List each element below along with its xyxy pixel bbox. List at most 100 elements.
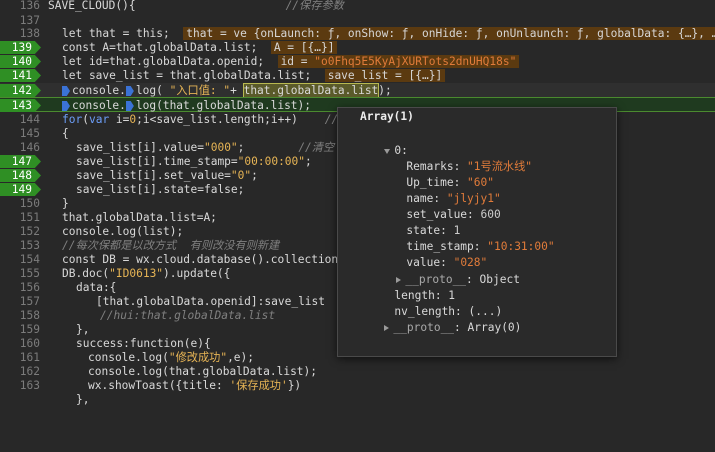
code-text: log(that.globalData.list); xyxy=(135,99,312,112)
breakpoint-marker[interactable]: 149 xyxy=(0,182,41,197)
inline-breakpoint-icon[interactable] xyxy=(125,86,134,96)
code-line: 162 console.log(that.globalData.list); xyxy=(0,364,715,379)
code-text: ; xyxy=(251,169,258,182)
code-text: ( xyxy=(82,113,89,126)
code-line: 163 wx.showToast({title: '保存成功'}) xyxy=(0,378,715,393)
code-string: "0" xyxy=(230,169,252,182)
expand-arrow-icon[interactable] xyxy=(384,325,390,331)
tree-node-index[interactable]: 0: xyxy=(344,127,408,157)
breakpoint-marker[interactable]: 142 xyxy=(0,83,41,98)
code-text: let that = this; xyxy=(62,27,170,40)
code-string: "00:00:00" xyxy=(237,155,306,168)
code-text: { xyxy=(62,127,69,140)
inline-breakpoint-icon[interactable] xyxy=(125,101,134,111)
code-string: "000" xyxy=(203,141,238,154)
code-text: SAVE_CLOUD(){ xyxy=(48,0,136,12)
line-number[interactable]: 145 xyxy=(0,126,40,141)
code-text: let id=that.globalData.openid; xyxy=(62,55,265,68)
line-number[interactable] xyxy=(0,392,40,407)
code-text: } xyxy=(62,197,69,210)
line-number[interactable]: 157 xyxy=(0,294,40,309)
property-row: time_stamp: "10:31:00" xyxy=(406,240,555,253)
code-text: const A=that.globalData.list; xyxy=(62,41,258,54)
code-line: 141 let save_list = that.globalData.list… xyxy=(0,68,715,83)
code-text: }, xyxy=(76,393,90,406)
code-string: '保存成功' xyxy=(229,379,288,392)
line-number[interactable]: 154 xyxy=(0,252,40,267)
property-row: value: "028" xyxy=(406,256,488,269)
code-text: ).update({ xyxy=(163,267,231,280)
line-number[interactable]: 161 xyxy=(0,350,40,365)
code-editor[interactable]: 136 SAVE_CLOUD(){//保存参数 137 138 let that… xyxy=(0,0,715,408)
code-text: ; xyxy=(237,141,245,154)
inline-value[interactable]: that = ve {onLaunch: ƒ, onShow: ƒ, onHid… xyxy=(183,27,715,40)
property-row: state: 1 xyxy=(406,224,461,237)
code-text: console. xyxy=(72,99,126,112)
line-number[interactable]: 144 xyxy=(0,112,40,127)
selected-expression[interactable]: that.globalData.list xyxy=(242,83,380,98)
code-string: "ID0613" xyxy=(109,267,164,280)
property-row: set_value: 600 xyxy=(406,208,501,221)
code-text: ,e); xyxy=(227,351,255,364)
code-line: 136 SAVE_CLOUD(){ //保存参数 xyxy=(0,0,715,13)
code-line: 140 let id=that.globalData.openid; id = … xyxy=(0,54,715,69)
code-text: save_list[i].state=false; xyxy=(76,183,245,196)
line-number[interactable]: 159 xyxy=(0,322,40,337)
code-text: DB.doc( xyxy=(62,267,110,280)
line-number[interactable]: 153 xyxy=(0,238,40,253)
code-text: }) xyxy=(287,379,302,392)
code-text: let save_list = that.globalData.list; xyxy=(62,69,312,82)
line-number[interactable]: 155 xyxy=(0,266,40,281)
code-text: ); xyxy=(378,84,392,97)
code-string: "入口值: " xyxy=(169,84,231,97)
inline-value[interactable]: id = "o0Fhq5E5KyAjXURTots2dnUHQ18s" xyxy=(277,55,520,68)
breakpoint-marker[interactable]: 148 xyxy=(0,168,41,183)
line-number[interactable]: 156 xyxy=(0,280,40,295)
line-number[interactable]: 163 xyxy=(0,378,40,393)
inline-key: id = xyxy=(280,55,315,68)
property-row: Remarks: "1号流水线" xyxy=(406,160,533,173)
code-line: 142 console. log( "入口值: "+ that.globalDat… xyxy=(0,83,715,98)
line-number[interactable]: 150 xyxy=(0,196,40,211)
length-row: length: 1 xyxy=(394,289,456,302)
breakpoint-marker[interactable]: 140 xyxy=(0,54,41,69)
execution-pointer-icon[interactable] xyxy=(62,101,70,111)
inline-value[interactable]: save_list = [{…}] xyxy=(324,69,446,82)
line-number[interactable]: 151 xyxy=(0,210,40,225)
variable-hover-popup[interactable]: Array(1) 0: Remarks: "1号流水线" Up_time: "6… xyxy=(337,107,617,357)
code-comment: //每次保都是以改方式 有则改没有则新建 xyxy=(62,239,280,252)
code-comment: //清空 xyxy=(298,141,335,154)
line-number[interactable]: 136 xyxy=(0,0,40,13)
line-number[interactable]: 158 xyxy=(0,308,40,323)
inline-string: "o0Fhq5E5KyAjXURTots2dnUHQ18s" xyxy=(314,55,517,68)
code-text: wx.showToast({title: xyxy=(88,379,230,392)
nv-length-row[interactable]: nv_length: (...) xyxy=(354,288,502,318)
breakpoint-marker[interactable]: 147 xyxy=(0,154,41,169)
code-line: 139 const A=that.globalData.list; A = [{… xyxy=(0,40,715,55)
proto-object-node[interactable]: __proto__: Object xyxy=(356,256,520,286)
breakpoint-marker[interactable]: 143 xyxy=(0,98,41,113)
inline-breakpoint-icon[interactable] xyxy=(62,86,70,96)
code-text: save_list[i].set_value= xyxy=(76,169,231,182)
line-number[interactable]: 146 xyxy=(0,140,40,155)
code-text: console. xyxy=(72,84,126,97)
property-row: Up_time: "60" xyxy=(406,176,494,189)
code-text: i= xyxy=(109,113,130,126)
code-text: console.log(that.globalData.list); xyxy=(88,365,318,378)
proto-array-node[interactable]: __proto__: Array(0) xyxy=(344,304,521,334)
code-text: ; xyxy=(305,155,312,168)
line-number[interactable]: 152 xyxy=(0,224,40,239)
code-text: [that.globalData.openid]:save_list xyxy=(96,295,326,308)
code-comment: //保存参数 xyxy=(285,0,344,12)
code-text: save_list[i].value= xyxy=(76,141,204,154)
property-row: name: "jlyjy1" xyxy=(406,192,501,205)
popup-title: Array(1) xyxy=(360,110,414,123)
line-number[interactable]: 160 xyxy=(0,336,40,351)
breakpoint-marker[interactable]: 139 xyxy=(0,40,41,55)
line-number[interactable]: 162 xyxy=(0,364,40,379)
breakpoint-marker[interactable]: 141 xyxy=(0,68,41,83)
code-text: that.globalData.list=A; xyxy=(62,211,217,224)
line-number[interactable]: 138 xyxy=(0,26,40,41)
code-text: const DB = wx.cloud.database().collectio… xyxy=(62,253,345,266)
inline-value[interactable]: A = [{…}] xyxy=(270,41,338,54)
